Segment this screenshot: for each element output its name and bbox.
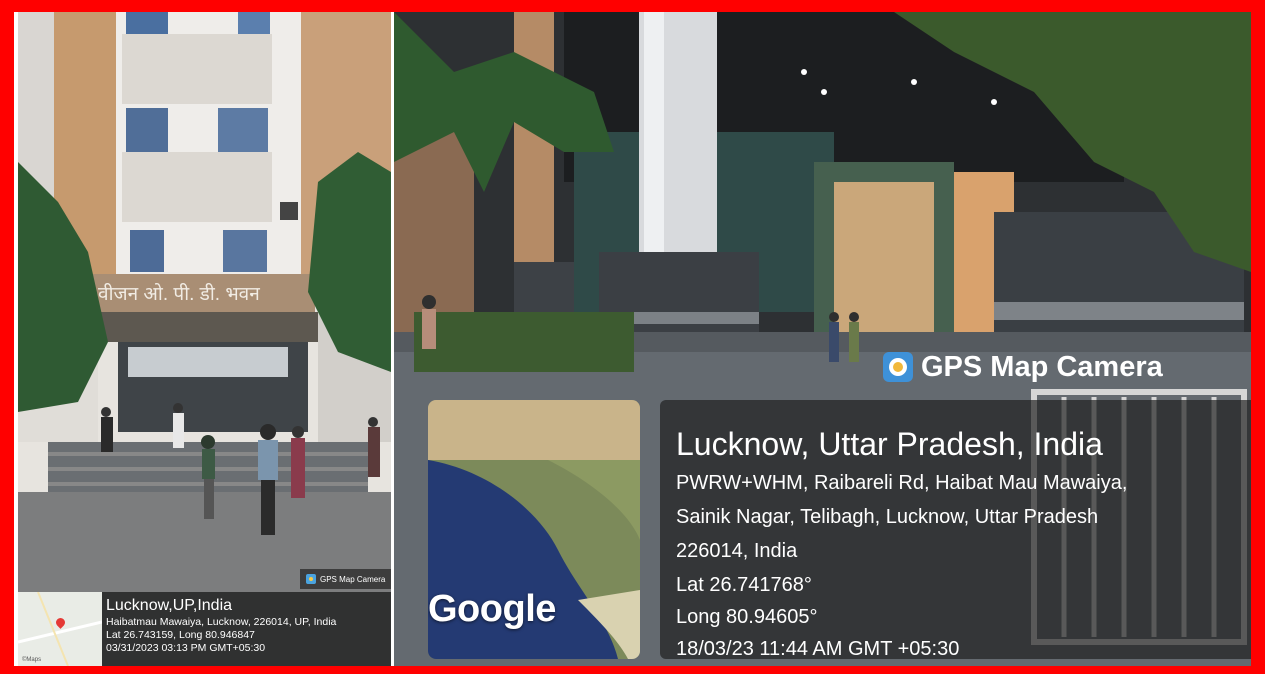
left-location-title: Lucknow,UP,India: [106, 597, 233, 614]
photo-collage-frame: वीजन ओ. पी. डी. भवन GPS Map Camera ©Maps…: [0, 0, 1265, 674]
building-scene-left: वीजन ओ. पी. डी. भवन: [18, 12, 391, 666]
camera-app-icon: [306, 574, 316, 584]
left-location-overlay: ©Maps Lucknow,UP,India Haibatmau Mawaiya…: [18, 591, 391, 666]
right-photo: GPS Map Camera Google Lucknow, Uttar Pra…: [394, 12, 1251, 666]
right-address-line-3: 226014, India: [676, 540, 798, 562]
right-address-line-2: Sainik Nagar, Telibagh, Lucknow, Uttar P…: [676, 506, 1099, 528]
gps-map-camera-badge: GPS Map Camera: [883, 347, 1163, 387]
google-logo: Google: [428, 588, 556, 630]
satellite-map-thumbnail: Google: [428, 400, 640, 659]
left-mini-map: ©Maps: [18, 591, 103, 666]
opd-building-sign: वीजन ओ. पी. डी. भवन: [98, 282, 260, 305]
right-address-line-1: PWRW+WHM, Raibareli Rd, Haibat Mau Mawai…: [676, 472, 1128, 494]
map-attribution: ©Maps: [22, 657, 42, 663]
gps-map-camera-badge-small: GPS Map Camera: [300, 569, 391, 589]
right-longitude: Long 80.94605°: [676, 606, 818, 628]
right-latitude: Lat 26.741768°: [676, 574, 812, 596]
right-location-title: Lucknow, Uttar Pradesh, India: [676, 426, 1103, 462]
right-datetime: 18/03/23 11:44 AM GMT +05:30: [676, 638, 960, 660]
camera-app-icon: [883, 352, 913, 382]
right-badge-label: GPS Map Camera: [921, 350, 1163, 383]
left-datetime: 03/31/2023 03:13 PM GMT+05:30: [106, 642, 266, 654]
left-address: Haibatmau Mawaiya, Lucknow, 226014, UP, …: [106, 616, 337, 628]
right-location-overlay: Lucknow, Uttar Pradesh, India PWRW+WHM, …: [660, 400, 1251, 660]
left-photo: वीजन ओ. पी. डी. भवन GPS Map Camera ©Maps…: [18, 12, 391, 666]
left-coordinates: Lat 26.743159, Long 80.946847: [106, 629, 255, 641]
left-badge-label: GPS Map Camera: [320, 574, 386, 584]
